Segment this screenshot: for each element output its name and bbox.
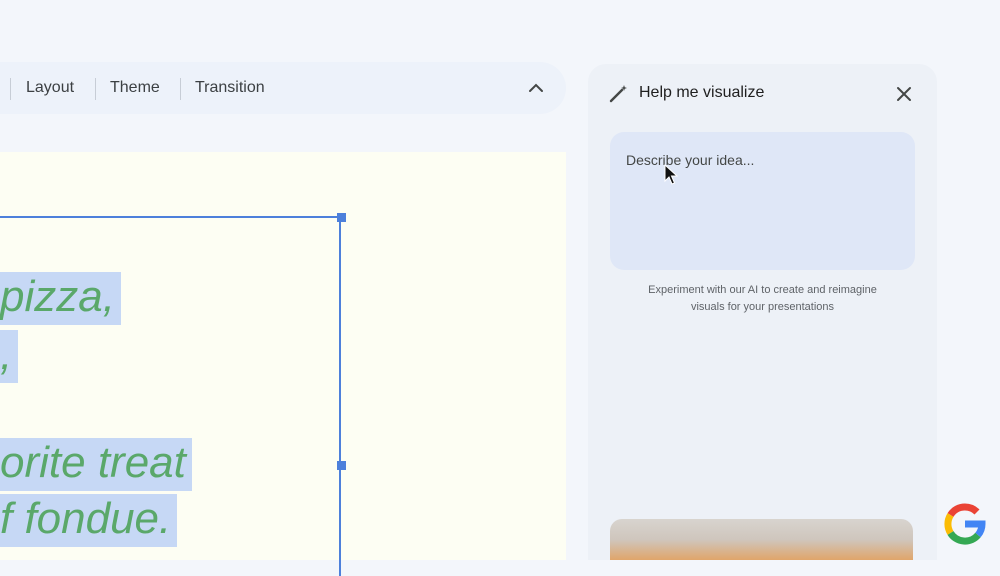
resize-handle-top-right[interactable] (337, 213, 346, 222)
slide-text-line[interactable]: pizza, (0, 272, 121, 325)
theme-button[interactable]: Theme (110, 62, 160, 114)
slide-text-line[interactable]: , (0, 330, 19, 383)
visual-suggestion-thumbnail[interactable] (610, 519, 913, 560)
toolbar-divider (10, 78, 11, 100)
slides-toolbar: Layout Theme Transition (0, 62, 566, 114)
mouse-cursor-icon (664, 164, 678, 185)
describe-idea-input[interactable] (610, 132, 915, 270)
panel-caption: Experiment with our AI to create and rei… (648, 284, 877, 313)
close-icon[interactable] (894, 84, 914, 104)
toolbar-divider (180, 78, 181, 100)
panel-title: Help me visualize (639, 84, 765, 101)
toolbar-divider (95, 78, 96, 100)
google-logo-icon (944, 503, 986, 545)
help-me-visualize-panel: Help me visualize Experiment with our AI… (588, 64, 937, 560)
slide-text-line[interactable]: orite treat (0, 438, 192, 491)
chevron-up-icon[interactable] (526, 78, 546, 98)
transition-button[interactable]: Transition (195, 62, 265, 114)
layout-button[interactable]: Layout (26, 62, 74, 114)
slide-text-line[interactable]: f fondue. (0, 494, 178, 547)
resize-handle-right[interactable] (337, 461, 346, 470)
magic-wand-icon (609, 85, 627, 103)
